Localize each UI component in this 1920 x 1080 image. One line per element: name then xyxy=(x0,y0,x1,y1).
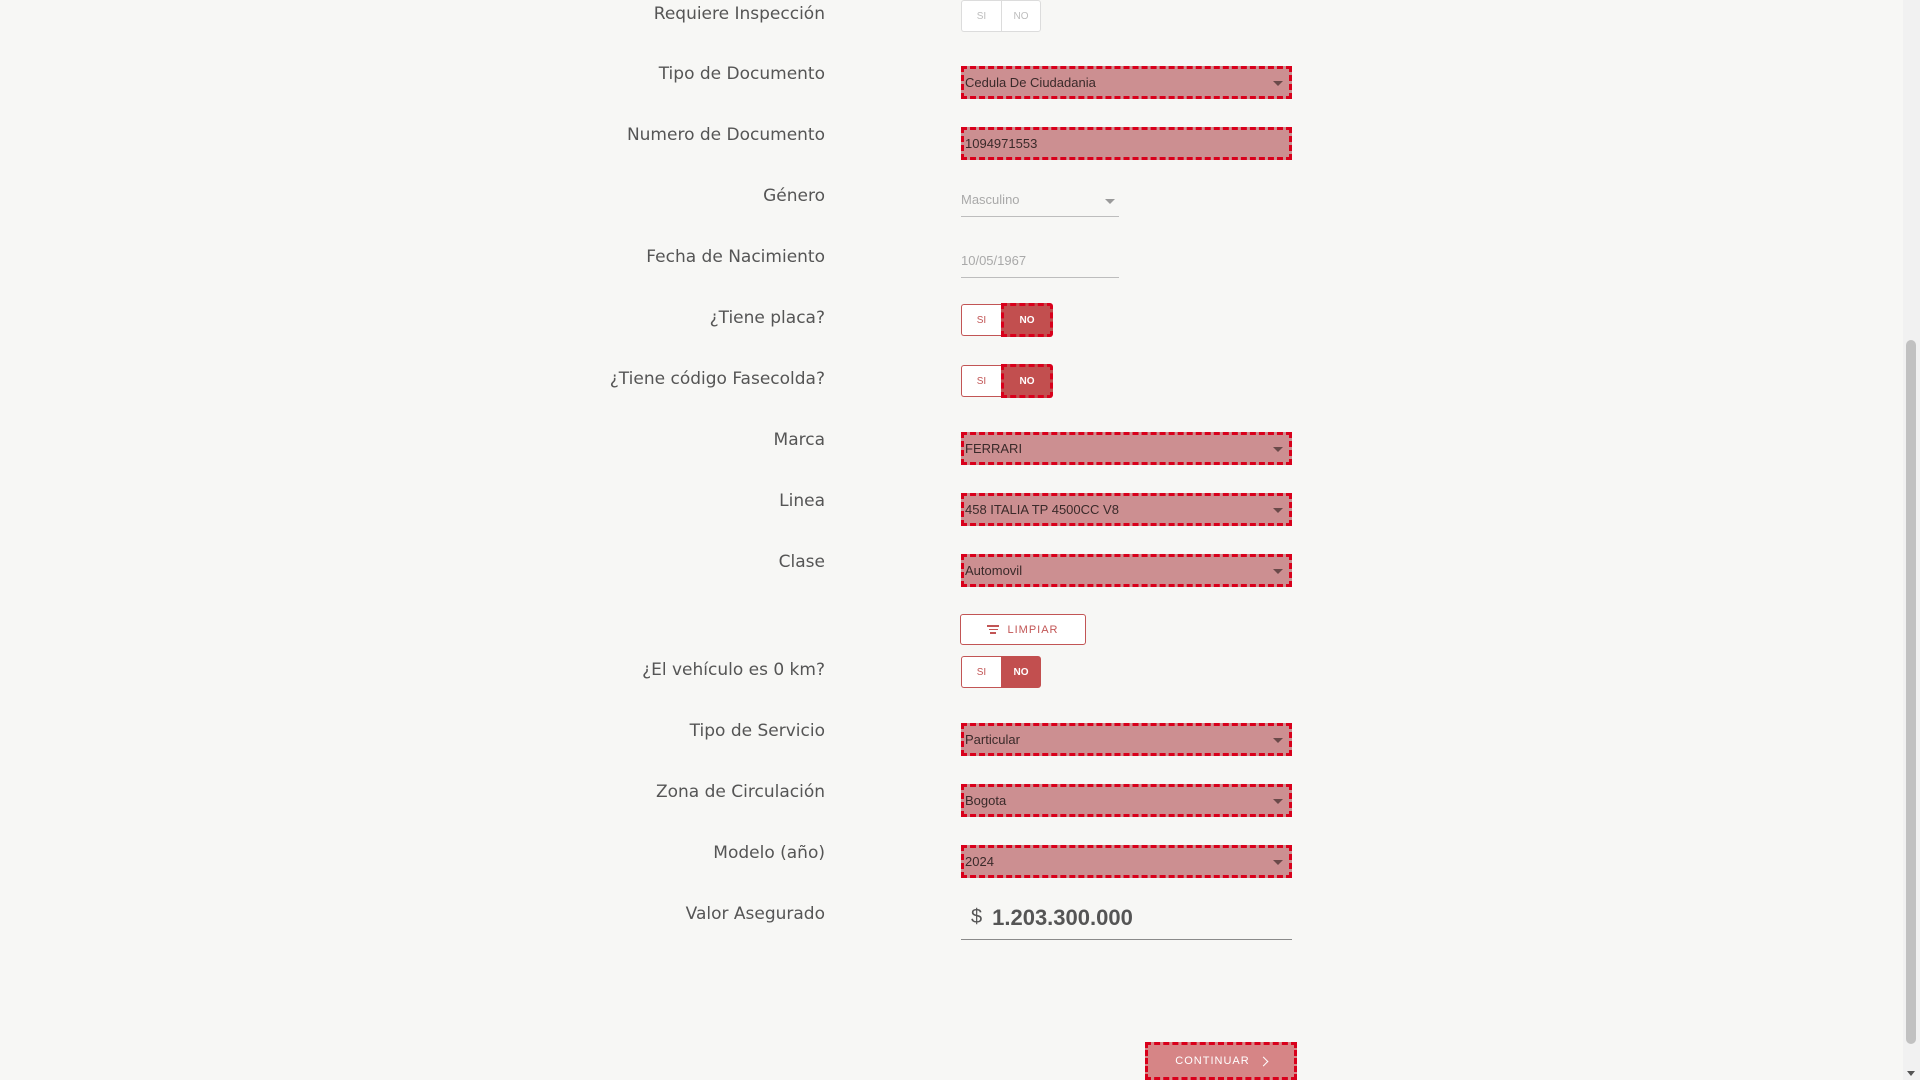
label-vehiculo-0km: ¿El vehículo es 0 km? xyxy=(642,660,825,680)
modelo-select[interactable]: 2024 xyxy=(961,845,1292,878)
option-no[interactable]: NO xyxy=(1001,364,1053,398)
row-modelo: Modelo (año) 2024 xyxy=(0,841,1900,881)
row-requiere-inspeccion: Requiere Inspección SI NO xyxy=(0,0,1900,42)
label-zona-circulacion: Zona de Circulación xyxy=(655,782,825,802)
tipo-documento-select[interactable]: Cedula De Ciudadania xyxy=(961,66,1292,99)
row-numero-documento: Numero de Documento 1094971553 xyxy=(0,123,1900,163)
genero-select[interactable]: Masculino xyxy=(961,186,1119,217)
clear-filter-icon xyxy=(987,625,1000,634)
row-clase: Clase Automovil xyxy=(0,550,1900,590)
row-tipo-servicio: Tipo de Servicio Particular xyxy=(0,719,1900,759)
limpiar-button[interactable]: LIMPIAR xyxy=(960,614,1086,645)
chevron-down-icon xyxy=(1105,199,1115,204)
chevron-right-icon xyxy=(1258,1056,1269,1066)
chevron-down-icon xyxy=(1273,799,1283,804)
clase-select[interactable]: Automovil xyxy=(961,554,1292,587)
chevron-down-icon xyxy=(1273,860,1283,865)
select-value: 2024 xyxy=(965,854,994,869)
chevron-down-icon xyxy=(1273,569,1283,574)
label-tiene-placa: ¿Tiene placa? xyxy=(709,308,825,328)
vehicle-quote-form: Requiere Inspección SI NO Tipo de Docume… xyxy=(0,0,1900,1080)
label-modelo: Modelo (año) xyxy=(713,843,825,863)
row-tiene-fasecolda: ¿Tiene código Fasecolda? SI NO xyxy=(0,364,1900,407)
label-fecha-nacimiento: Fecha de Nacimiento xyxy=(646,247,825,267)
toggle-requiere-inspeccion: SI NO xyxy=(961,0,1041,32)
vertical-scrollbar[interactable] xyxy=(1903,0,1920,1080)
label-numero-documento: Numero de Documento xyxy=(626,125,825,145)
select-value: Cedula De Ciudadania xyxy=(965,75,1096,90)
input-value: 10/05/1967 xyxy=(961,253,1027,268)
chevron-down-icon xyxy=(1273,447,1283,452)
row-fecha-nacimiento: Fecha de Nacimiento 10/05/1967 xyxy=(0,245,1900,285)
marca-select[interactable]: FERRARI xyxy=(961,432,1292,465)
label-tipo-servicio: Tipo de Servicio xyxy=(689,721,825,741)
limpiar-label: LIMPIAR xyxy=(1007,623,1059,636)
option-si[interactable]: SI xyxy=(961,0,1001,32)
row-tiene-placa: ¿Tiene placa? SI NO xyxy=(0,303,1900,346)
option-si[interactable]: SI xyxy=(961,365,1001,397)
row-genero: Género Masculino xyxy=(0,184,1900,224)
label-clase: Clase xyxy=(778,552,825,572)
currency-symbol: $ xyxy=(971,906,983,928)
fecha-nacimiento-input[interactable]: 10/05/1967 xyxy=(961,247,1119,278)
select-value: Particular xyxy=(965,732,1020,747)
label-genero: Género xyxy=(763,186,825,206)
select-value: Bogota xyxy=(965,793,1007,808)
row-limpiar: LIMPIAR xyxy=(0,614,1900,654)
row-vehiculo-0km: ¿El vehículo es 0 km? SI NO xyxy=(0,656,1900,698)
row-zona-circulacion: Zona de Circulación Bogota xyxy=(0,780,1900,820)
toggle-vehiculo-0km: SI NO xyxy=(961,656,1041,688)
linea-select[interactable]: 458 ITALIA TP 4500CC V8 xyxy=(961,493,1292,526)
label-linea: Linea xyxy=(779,491,825,511)
label-requiere-inspeccion: Requiere Inspección xyxy=(653,4,825,24)
label-tiene-fasecolda: ¿Tiene código Fasecolda? xyxy=(609,369,825,389)
select-value: Automovil xyxy=(965,563,1023,578)
option-no[interactable]: NO xyxy=(1001,0,1041,32)
continuar-button[interactable]: CONTINUAR xyxy=(1145,1042,1297,1080)
label-tipo-documento: Tipo de Documento xyxy=(658,64,825,84)
row-linea: Linea 458 ITALIA TP 4500CC V8 xyxy=(0,489,1900,529)
option-si[interactable]: SI xyxy=(961,656,1001,688)
scrollbar-thumb[interactable] xyxy=(1906,340,1916,1044)
row-marca: Marca FERRARI xyxy=(0,428,1900,468)
input-value: 1094971553 xyxy=(965,136,1038,151)
chevron-down-icon xyxy=(1273,508,1283,513)
toggle-tiene-fasecolda: SI NO xyxy=(961,364,1053,398)
option-si[interactable]: SI xyxy=(961,304,1001,336)
chevron-down-icon xyxy=(1273,738,1283,743)
tipo-servicio-select[interactable]: Particular xyxy=(961,723,1292,756)
option-no[interactable]: NO xyxy=(1001,303,1053,337)
valor-asegurado-value: 1.203.300.000 xyxy=(992,904,1133,930)
select-value: FERRARI xyxy=(965,441,1023,456)
select-value: Masculino xyxy=(961,192,1020,207)
label-valor-asegurado: Valor Asegurado xyxy=(685,904,825,924)
continuar-label: CONTINUAR xyxy=(1175,1055,1250,1067)
option-no[interactable]: NO xyxy=(1001,656,1041,688)
chevron-down-icon xyxy=(1273,81,1283,86)
row-tipo-documento: Tipo de Documento Cedula De Ciudadania xyxy=(0,62,1900,102)
row-valor-asegurado: Valor Asegurado $ 1.203.300.000 xyxy=(0,902,1900,942)
select-value: 458 ITALIA TP 4500CC V8 xyxy=(965,502,1119,517)
valor-asegurado-input[interactable]: $ 1.203.300.000 xyxy=(961,896,1292,940)
numero-documento-input[interactable]: 1094971553 xyxy=(961,127,1292,160)
scroll-down-arrow-icon[interactable] xyxy=(1907,1071,1915,1076)
toggle-tiene-placa: SI NO xyxy=(961,303,1053,337)
zona-circulacion-select[interactable]: Bogota xyxy=(961,784,1292,817)
label-marca: Marca xyxy=(773,430,825,450)
